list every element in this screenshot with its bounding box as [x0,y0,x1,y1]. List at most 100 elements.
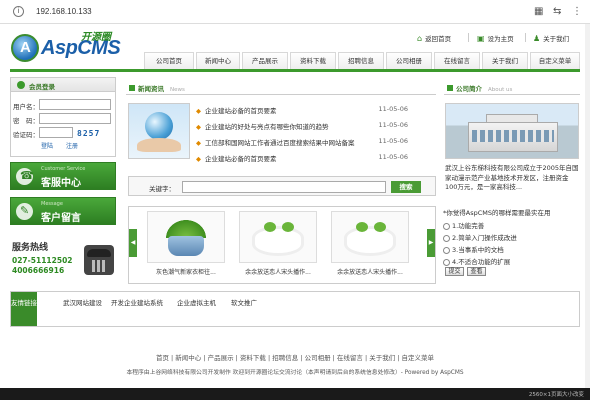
news-subtitle: News [170,87,185,93]
product-caption[interactable]: 余余放送恋人宋头播作... [235,267,321,276]
nav-item[interactable]: 公司首页 [144,52,194,69]
register-button[interactable]: 注册 [66,141,78,150]
nav-item[interactable]: 关于我们 [482,52,528,69]
friend-link[interactable]: 软文推广 [231,297,257,307]
news-item[interactable]: ◆ 企业建站必备的首页要素 11-05-06 [196,105,436,118]
username-label: 用户名： [13,103,39,111]
nav-item[interactable]: 招聘信息 [338,52,384,69]
nav-item[interactable]: 公司相册 [386,52,432,69]
nav-item[interactable]: 产品展示 [242,52,288,69]
hotline-title: 服务热线 [12,243,49,253]
product-thumb[interactable] [147,211,225,263]
home-icon: ⌂ [417,34,423,43]
links-tag: 友情链接 [11,292,37,326]
news-header: 新闻资讯 News [126,81,436,95]
bullet-icon [129,85,135,91]
radio-icon[interactable] [443,222,450,230]
next-arrow-icon[interactable]: ▶ [427,229,435,257]
footer-copyright: 本程序由上谷网络科技有限公司开发制作 欢迎到开源圈论坛交流讨论（本声明请到后台的… [126,370,464,376]
bullet-icon [447,85,453,91]
radio-icon[interactable] [443,258,450,266]
cs-title: 客服中心 [41,178,81,189]
search-label: 关键字： [149,185,175,193]
address-bar: i 192.168.10.133 ▦ ⇆ ⋮ [0,0,590,24]
captcha-label: 验证码： [13,131,39,139]
info-icon[interactable]: i [13,6,24,17]
footer-nav[interactable]: 首页 | 新闻中心 | 产品展示 | 资料下载 | 招聘信息 | 公司相册 | … [0,352,590,362]
customer-service-button[interactable]: ☎ Customer Service 客服中心 [10,162,116,190]
hand-shape [137,138,181,152]
friend-link[interactable]: 开发企业建站系统 [111,297,163,307]
scrollbar[interactable] [585,24,590,388]
login-header: 会员登录 [11,78,115,92]
news-item[interactable]: ◆ 工信部和国网站工作者通过百度搜索结果中网站备案 11-05-06 [196,137,436,150]
headset-icon: ☎ [16,168,34,185]
plant-shape [282,222,294,232]
news-item[interactable]: ◆ 企业建站的好处与亮点有哪些你知道的趋势 11-05-06 [196,121,436,134]
msg-subtitle: Message [41,201,63,207]
logo-badge: 开源圈 [81,32,111,43]
vote-submit-button[interactable]: 提交 [445,267,464,276]
poll-option[interactable]: 1.功能完善 [443,220,484,230]
nav-item[interactable]: 自定义菜单 [530,52,580,69]
star-icon: ▣ [477,34,485,43]
poll-option[interactable]: 4.不适合功能的扩展 [443,256,510,266]
translate-icon[interactable]: ⇆ [553,6,561,17]
radio-icon[interactable] [443,234,450,242]
about-text: 武汉上谷东梯科技有限公司成立于2005年自国家动漫示范产业基地技术开发区，注册资… [445,164,579,191]
about-header: 公司简介 About us [444,81,580,95]
search-input[interactable] [182,181,386,193]
menu-icon[interactable]: ⋮ [572,6,582,17]
product-thumb[interactable] [331,211,409,263]
radio-icon[interactable] [443,246,450,254]
password-input[interactable] [39,113,111,124]
status-text: 2560×1页面大小改变 [528,392,584,398]
product-caption[interactable]: 灰色潮气新家衣柜往... [143,267,229,276]
hotline: 服务热线 027-51112502 4006666916 [12,240,73,275]
login-panel: 会员登录 用户名： 密 码： 验证码： 8257 登陆 注册 [10,77,116,157]
about-title: 公司简介 [456,85,482,93]
contact-link[interactable]: ♟ 关于我们 [533,33,569,43]
hotline-phone: 4006666916 [12,266,65,275]
windows-shape [472,130,554,142]
globe-icon [145,112,173,140]
username-input[interactable] [39,99,111,110]
hotline-phone: 027-51112502 [12,256,73,265]
msg-title: 客户留言 [41,213,81,224]
logo-mark-icon: A [11,34,39,62]
friend-link[interactable]: 企业虚拟主机 [177,297,216,307]
nav-divider [10,69,580,72]
favorite-link[interactable]: ▣ 设为主页 [477,33,514,43]
news-item[interactable]: ◆ 企业建站必备的首页要素 11-05-06 [196,153,436,166]
qr-icon[interactable]: ▦ [534,6,543,17]
product-carousel: ◀ ▶ 灰色潮气新家衣柜往... 余余放送恋人宋头播作... 余余放送恋人宋头播… [128,206,436,284]
status-bar: 2560×1页面大小改变 [0,388,590,400]
divider [468,33,469,42]
vote-view-button[interactable]: 查看 [467,267,486,276]
url-field[interactable]: 192.168.10.133 [36,7,92,16]
friend-link[interactable]: 武汉网站建设 [63,297,102,307]
poll-question: *你觉得AspCMS的哪样需要最实在用 [443,209,551,217]
captcha-code[interactable]: 8257 [77,129,100,138]
company-image [445,103,579,159]
telephone-icon [84,245,114,275]
pot-shape [168,236,204,256]
product-caption[interactable]: 余余放送恋人宋头播作... [327,267,413,276]
nav-item[interactable]: 新闻中心 [196,52,240,69]
product-thumb[interactable] [239,211,317,263]
plant-shape [356,222,368,232]
shelf-shape [252,226,304,256]
divider [525,33,526,42]
nav-item[interactable]: 在线留言 [434,52,480,69]
captcha-input[interactable] [39,127,73,138]
nav-item[interactable]: 资料下载 [290,52,336,69]
search-button[interactable]: 搜索 [391,181,421,193]
prev-arrow-icon[interactable]: ◀ [129,229,137,257]
poll-option[interactable]: 3.当事系中的文档 [443,244,504,254]
home-link[interactable]: ⌂ 返回首页 [417,33,451,43]
about-subtitle: About us [488,87,513,93]
login-button[interactable]: 登陆 [41,141,53,150]
poll-option[interactable]: 2.简单入门操作成改进 [443,232,517,242]
customer-message-button[interactable]: ✎ Message 客户留言 [10,197,116,225]
password-label: 密 码： [13,117,39,125]
